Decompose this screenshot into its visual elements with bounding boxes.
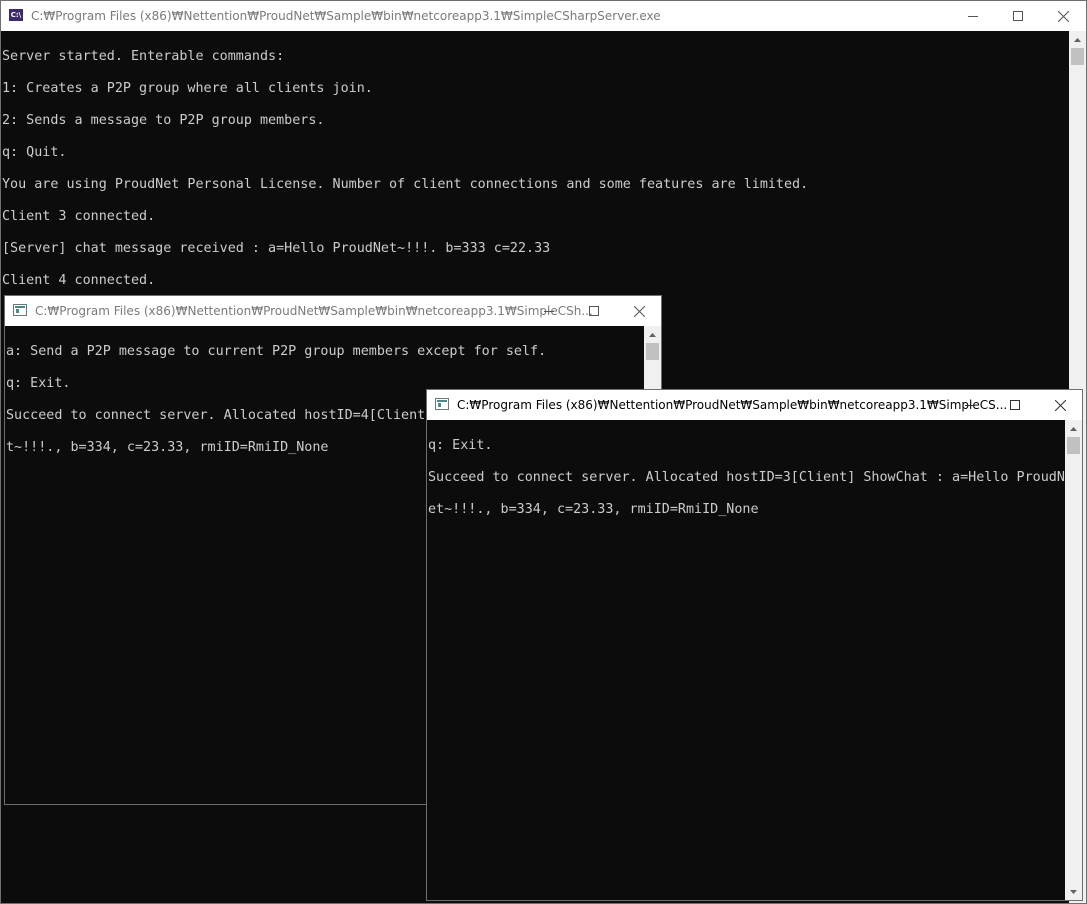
close-icon xyxy=(1054,399,1066,411)
server-window-title: C:₩Program Files (x86)₩Nettention₩ProudN… xyxy=(31,9,661,23)
client1-titlebar[interactable]: C:₩Program Files (x86)₩Nettention₩ProudN… xyxy=(5,296,661,326)
maximize-button[interactable] xyxy=(995,1,1041,31)
client2-titlebar[interactable]: C:₩Program Files (x86)₩Nettention₩ProudN… xyxy=(427,390,1082,420)
server-titlebar[interactable]: C:\ C:₩Program Files (x86)₩Nettention₩Pr… xyxy=(1,1,1086,31)
minimize-icon xyxy=(544,311,554,312)
console-window-icon xyxy=(13,304,27,316)
scroll-down-arrow-icon[interactable] xyxy=(1065,883,1082,900)
scrollbar-thumb[interactable] xyxy=(646,343,659,360)
maximize-button[interactable] xyxy=(992,390,1038,420)
client2-window-title: C:₩Program Files (x86)₩Nettention₩ProudN… xyxy=(457,398,1008,412)
client-console-window-2[interactable]: C:₩Program Files (x86)₩Nettention₩ProudN… xyxy=(426,389,1083,901)
scroll-up-arrow-icon[interactable] xyxy=(1065,420,1082,437)
minimize-button[interactable] xyxy=(950,1,996,31)
console-line: Server started. Enterable commands: xyxy=(2,49,285,64)
minimize-icon xyxy=(968,16,978,17)
client2-console-output[interactable]: q: Exit. Succeed to connect server. Allo… xyxy=(427,420,1065,900)
minimize-icon xyxy=(965,405,975,406)
maximize-icon xyxy=(589,306,599,316)
console-window-icon xyxy=(435,398,449,410)
close-icon xyxy=(1057,10,1069,22)
console-app-icon: C:\ xyxy=(9,9,23,21)
scroll-up-arrow-icon[interactable] xyxy=(644,326,661,343)
close-button[interactable] xyxy=(1040,1,1086,31)
client1-window-title: C:₩Program Files (x86)₩Nettention₩ProudN… xyxy=(35,304,593,318)
close-button[interactable] xyxy=(616,296,661,326)
console-line: 1: Creates a P2P group where all clients… xyxy=(2,81,373,96)
scrollbar-thumb[interactable] xyxy=(1071,48,1084,65)
maximize-button[interactable] xyxy=(571,296,617,326)
console-line: Succeed to connect server. Allocated hos… xyxy=(428,470,1065,485)
client2-vertical-scrollbar[interactable] xyxy=(1065,420,1082,900)
minimize-button[interactable] xyxy=(526,296,572,326)
console-line: q: Exit. xyxy=(428,438,493,453)
console-line: q: Quit. xyxy=(2,145,67,160)
close-icon xyxy=(633,305,645,317)
scrollbar-thumb[interactable] xyxy=(1067,437,1080,454)
console-line: 2: Sends a message to P2P group members. xyxy=(2,113,325,128)
console-line: Client 4 connected. xyxy=(2,273,156,288)
console-line: a: Send a P2P message to current P2P gro… xyxy=(6,344,547,359)
maximize-icon xyxy=(1010,400,1020,410)
console-line: You are using ProudNet Personal License.… xyxy=(2,177,809,192)
minimize-button[interactable] xyxy=(947,390,993,420)
console-line: [Server] chat message received : a=Hello… xyxy=(2,241,551,256)
close-button[interactable] xyxy=(1037,390,1082,420)
maximize-icon xyxy=(1013,11,1023,21)
console-line: Client 3 connected. xyxy=(2,209,156,224)
console-line: et~!!!., b=334, c=23.33, rmiID=RmiID_Non… xyxy=(428,502,759,517)
scroll-up-arrow-icon[interactable] xyxy=(1069,31,1086,48)
